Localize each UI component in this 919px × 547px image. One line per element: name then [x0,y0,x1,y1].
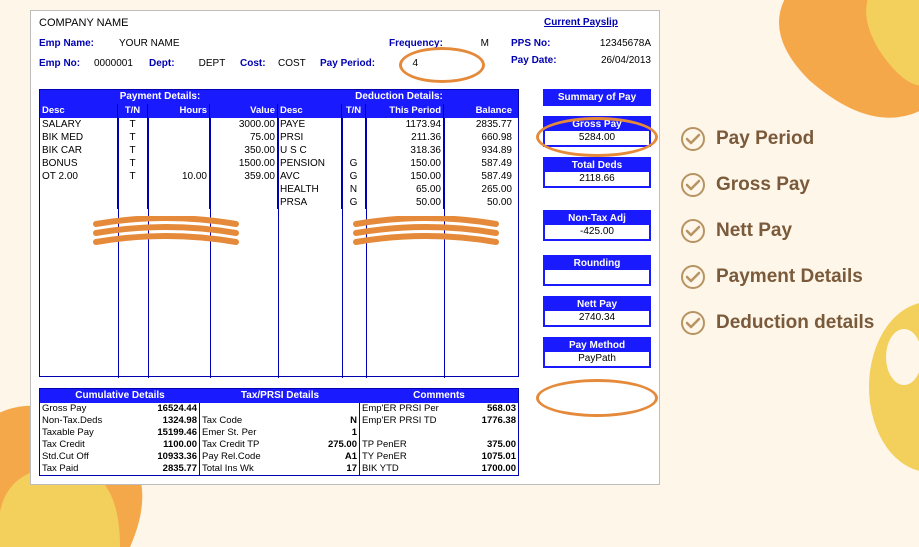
checklist-item: Deduction details [680,310,910,336]
table-row: Gross Pay16524.44 [40,403,199,415]
dcol-this: This Period [366,104,444,118]
dcol-desc: Desc [278,104,342,118]
check-circle-icon [680,264,706,290]
checklist-item: Nett Pay [680,218,910,244]
check-circle-icon [680,218,706,244]
nontax-value: -425.00 [545,225,649,239]
table-row: BIK MEDT75.00PRSI211.36660.98 [40,131,518,144]
table-row: TY PenER1075.01 [360,451,518,463]
table-row: BIK CART350.00U S C318.36934.89 [40,144,518,157]
col-hours: Hours [148,104,210,118]
emp-no: 0000001 [94,58,149,69]
current-payslip-title: Current Payslip [511,17,651,28]
table-row: Pay Rel.CodeA1 [200,451,359,463]
table-row: Emp'ER PRSI TD1776.38 [360,415,518,427]
check-circle-icon [680,310,706,336]
payment-details-title: Payment Details: [40,90,280,104]
payslip-document: COMPANY NAME Emp Name: YOUR NAME Frequen… [30,10,660,485]
cumulative-title: Cumulative Details [40,389,200,403]
table-row [360,427,518,439]
table-row: Tax CodeN [200,415,359,427]
pay-date-label: Pay Date: [511,55,557,66]
gross-pay-value: 5284.00 [545,131,649,145]
table-row: OT 2.00T10.00359.00AVCG150.00587.49 [40,170,518,183]
pay-method-value: PayPath [545,352,649,366]
table-row: Non-Tax.Deds1324.98 [40,415,199,427]
comments-title: Comments [360,389,518,403]
nontax-title: Non-Tax Adj [545,212,649,225]
checklist-item: Payment Details [680,264,910,290]
check-circle-icon [680,172,706,198]
rounding-value [545,270,649,284]
frequency-value: M [459,38,489,49]
emp-name-label: Emp Name: [39,38,119,49]
table-row: BIK YTD1700.00 [360,463,518,475]
table-row: Emer St. Per1 [200,427,359,439]
pay-period-label: Pay Period: [320,58,388,69]
table-row: BONUST1500.00PENSIONG150.00587.49 [40,157,518,170]
taxprsi-title: Tax/PRSI Details [200,389,360,403]
checklist-label: Nett Pay [716,220,792,242]
table-row: Emp'ER PRSI Per568.03 [360,403,518,415]
emp-no-label: Emp No: [39,58,94,69]
nett-pay-value: 2740.34 [545,311,649,325]
col-value: Value [210,104,278,118]
pps-label: PPS No: [511,38,550,49]
checklist-label: Pay Period [716,128,814,150]
total-deds-title: Total Deds [545,159,649,172]
emp-name: YOUR NAME [119,38,219,49]
nett-pay-title: Nett Pay [545,298,649,311]
col-tn: T/N [118,104,148,118]
table-row: HEALTHN65.00265.00 [40,183,518,196]
dcol-bal: Balance [444,104,514,118]
checklist-label: Payment Details [716,266,863,288]
deduction-details-title: Deduction Details: [280,90,518,104]
pay-method-title: Pay Method [545,339,649,352]
dept-value: DEPT [184,58,240,69]
table-row: Tax Credit TP275.00 [200,439,359,451]
frequency-label: Frequency: [389,38,459,49]
pay-date-value: 26/04/2013 [601,55,651,66]
dcol-tn: T/N [342,104,366,118]
bottom-table: Cumulative Details Tax/PRSI Details Comm… [39,388,519,476]
pps-value: 12345678A [600,38,651,49]
annotation-nett-pay [536,379,658,417]
table-row: Tax Credit1100.00 [40,439,199,451]
table-row: Tax Paid2835.77 [40,463,199,475]
table-row: PRSAG50.0050.00 [40,196,518,209]
cost-value: COST [278,58,320,69]
checklist-item: Pay Period [680,126,910,152]
table-row: Total Ins Wk17 [200,463,359,475]
gross-pay-title: Gross Pay [545,118,649,131]
dept-label: Dept: [149,58,184,69]
checklist: Pay Period Gross Pay Nett Pay Payment Detai… [680,126,910,356]
summary-column: Summary of Pay Gross Pay5284.00 Total De… [543,89,651,378]
checklist-item: Gross Pay [680,172,910,198]
table-row: TP PenER375.00 [360,439,518,451]
table-row: SALARYT3000.00PAYE1173.942835.77 [40,118,518,131]
table-row: Taxable Pay15199.46 [40,427,199,439]
total-deds-value: 2118.66 [545,172,649,186]
pay-period-value: 4 [388,58,418,69]
table-row: Std.Cut Off10933.36 [40,451,199,463]
rounding-title: Rounding [545,257,649,270]
cost-label: Cost: [240,58,278,69]
check-circle-icon [680,126,706,152]
details-table: Payment Details: Deduction Details: Desc… [39,89,519,377]
checklist-label: Gross Pay [716,174,810,196]
checklist-label: Deduction details [716,312,874,334]
summary-title: Summary of Pay [545,91,649,104]
col-desc: Desc [40,104,118,118]
